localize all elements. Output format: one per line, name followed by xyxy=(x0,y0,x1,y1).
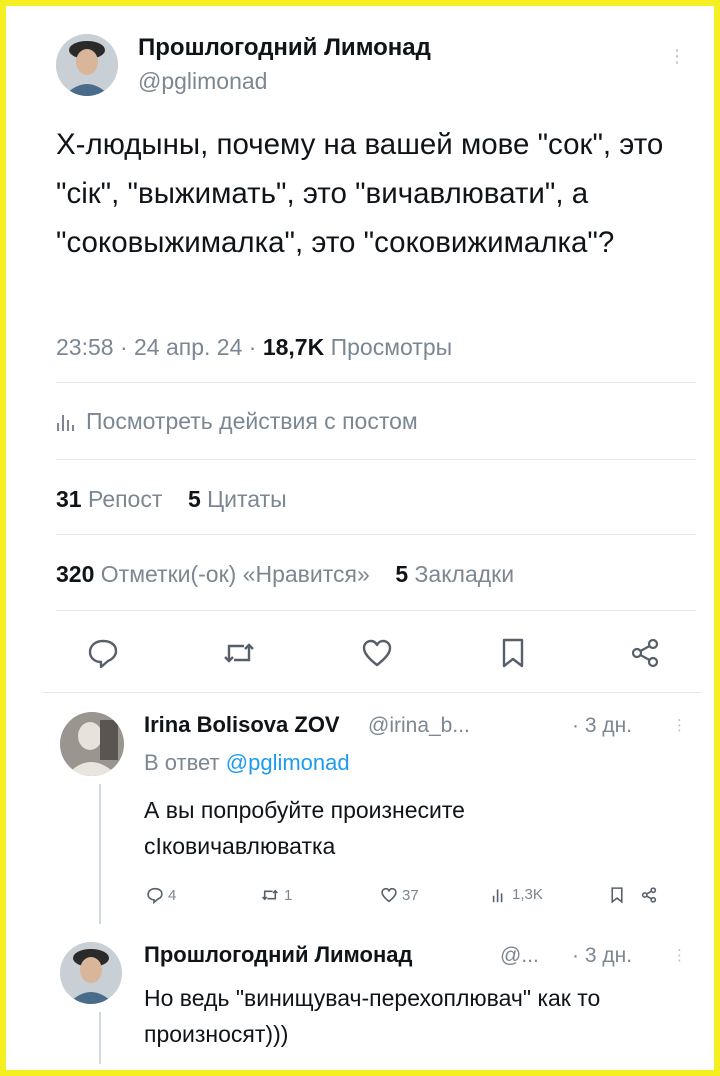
highlight-frame: Прошлогодний Лимонад @pglimonad ⋮ Х-люды… xyxy=(0,0,720,1076)
repost-quote-row: 31 Репост 5 Цитаты xyxy=(56,486,287,513)
reply-text: Но ведь "винищувач-перехоплювач" как то … xyxy=(144,985,601,1047)
analytics-icon xyxy=(57,414,74,431)
reply-author-handle[interactable]: @... xyxy=(500,944,539,968)
more-options-icon[interactable]: ⋮ xyxy=(672,946,687,964)
thread-line xyxy=(99,784,101,924)
tweet-text: Х-людыны, почему на вашей мове "сок", эт… xyxy=(56,128,664,259)
quotes-stat[interactable]: 5 Цитаты xyxy=(188,486,287,512)
reply-to-handle[interactable]: @pglimonad xyxy=(226,750,350,775)
share-icon[interactable] xyxy=(628,636,662,670)
reply-author-name[interactable]: Irina Bolisova ZOV xyxy=(144,712,340,738)
reply-to-line: В ответ @pglimonad xyxy=(144,750,350,776)
views-count: 1,3K xyxy=(512,886,543,903)
divider xyxy=(42,692,702,693)
tweet-detail-view: Прошлогодний Лимонад @pglimonad ⋮ Х-люды… xyxy=(12,12,708,1064)
reply-to-prefix: В ответ xyxy=(144,750,220,775)
bookmark-icon[interactable] xyxy=(608,886,626,904)
reply-reply-action[interactable]: 4 xyxy=(146,886,176,904)
divider xyxy=(56,534,696,535)
tweet-meta: 23:58 · 24 апр. 24 · 18,7K Просмотры xyxy=(56,334,452,361)
reply-icon xyxy=(147,887,163,904)
like-count: 37 xyxy=(402,886,419,904)
reply-text: А вы попробуйте произнесите сІковичавлюв… xyxy=(144,797,465,859)
reply-like-action[interactable]: 37 xyxy=(380,886,419,904)
reply-repost-action[interactable]: 1 xyxy=(260,886,292,904)
likes-stat[interactable]: 320 Отметки(-ок) «Нравится» xyxy=(56,561,370,587)
reply-time[interactable]: · 3 дн. xyxy=(572,944,632,968)
reply-views-action[interactable]: 1,3K xyxy=(492,886,543,903)
repost-count: 1 xyxy=(284,886,293,904)
view-activity-link[interactable]: Посмотреть действия с постом xyxy=(56,408,418,435)
author-handle[interactable]: @pglimonad xyxy=(138,68,267,95)
repost-icon[interactable] xyxy=(222,636,256,670)
like-icon[interactable] xyxy=(360,636,394,670)
thread-line xyxy=(99,1012,101,1064)
bookmarks-stat[interactable]: 5 Закладки xyxy=(395,561,514,587)
reply-avatar[interactable] xyxy=(60,942,122,1004)
reply-avatar[interactable] xyxy=(60,712,124,776)
bookmark-icon[interactable] xyxy=(496,636,530,670)
reposts-stat[interactable]: 31 Репост xyxy=(56,486,162,512)
view-activity-label: Посмотреть действия с постом xyxy=(86,408,418,434)
share-icon[interactable] xyxy=(640,886,658,904)
reply-author-name[interactable]: Прошлогодний Лимонад xyxy=(144,942,412,968)
divider xyxy=(56,610,696,611)
views-label: Просмотры xyxy=(330,334,453,360)
tweet-timestamp[interactable]: 23:58 · 24 апр. 24 · xyxy=(56,334,256,360)
like-icon xyxy=(381,887,397,903)
author-name[interactable]: Прошлогодний Лимонад xyxy=(138,34,431,62)
reply-time[interactable]: · 3 дн. xyxy=(572,714,632,738)
author-avatar[interactable] xyxy=(56,34,118,96)
likes-bookmarks-row: 320 Отметки(-ок) «Нравится» 5 Закладки xyxy=(56,561,514,588)
more-options-icon[interactable]: ⋮ xyxy=(672,716,687,734)
reply-author-handle[interactable]: @irina_b... xyxy=(368,714,470,738)
reply-count: 4 xyxy=(168,886,177,904)
divider xyxy=(56,382,696,383)
reply-icon[interactable] xyxy=(86,636,120,670)
views-count: 18,7K xyxy=(262,334,325,360)
divider xyxy=(56,459,696,460)
repost-icon xyxy=(262,889,278,901)
views-icon xyxy=(492,888,503,902)
more-options-icon[interactable]: ⋮ xyxy=(668,46,686,67)
